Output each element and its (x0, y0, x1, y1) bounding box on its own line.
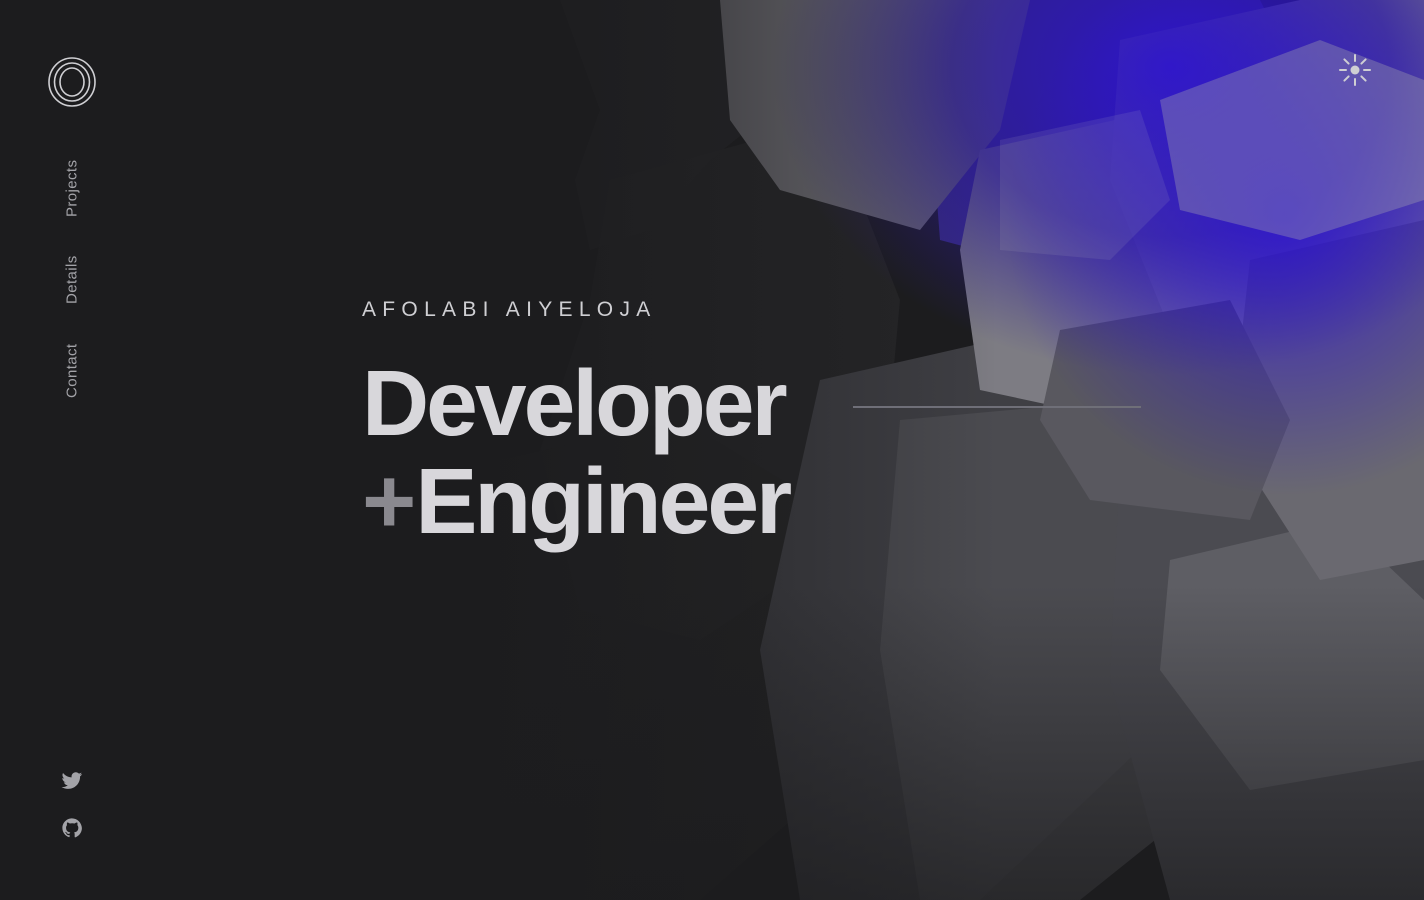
logo-icon[interactable] (47, 56, 97, 108)
hero-heading: Developer +Engineer (362, 354, 922, 554)
nav-details[interactable]: Details (62, 252, 82, 308)
github-icon[interactable] (61, 817, 83, 839)
sun-icon[interactable] (1337, 52, 1373, 88)
twitter-icon[interactable] (61, 769, 83, 791)
plus-sign: + (362, 449, 416, 553)
headline-engineer-line: +Engineer (362, 452, 922, 550)
developer-name: AFOLABI AIYELOJA (362, 298, 657, 321)
nav-projects[interactable]: Projects (62, 154, 82, 222)
nav-contact[interactable]: Contact (62, 338, 82, 404)
portfolio-home: Projects Details Contact AFOLABI AIYELOJ… (0, 0, 1424, 900)
headline-engineer: Engineer (415, 449, 792, 553)
headline-divider (853, 406, 1141, 408)
headline-developer: Developer (362, 351, 788, 455)
